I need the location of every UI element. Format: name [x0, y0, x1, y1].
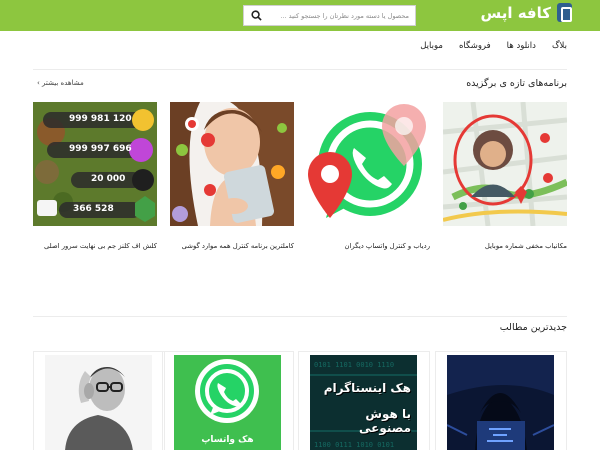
elixir-amount: 999 997 696	[69, 144, 132, 154]
featured-card-phone-locator[interactable]: مکانیاب مخفی شماره موبایل	[443, 102, 567, 250]
latest-card-eavesdrop[interactable]	[33, 351, 165, 450]
hacker-thumbnail	[447, 355, 554, 450]
featured-card-phone-control[interactable]: کاملترین برنامه کنترل همه موارد گوشی	[170, 102, 294, 250]
whatsapp-tracker-thumbnail	[306, 102, 430, 226]
whatsapp-hack-label: هک واتساپ	[201, 435, 254, 445]
nav-item-mobile[interactable]: موبایل	[420, 41, 443, 51]
clash-of-clans-thumbnail: 999 981 120 999 997 696 20 000 366 528	[33, 102, 157, 226]
svg-text:1100 0111 1010 0101: 1100 0111 1010 0101	[314, 441, 394, 449]
whatsapp-hack-thumbnail: هک واتساپ	[174, 355, 281, 450]
search-icon	[250, 10, 262, 21]
section-divider	[33, 316, 567, 317]
dark-elixir-amount: 20 000	[91, 174, 126, 184]
phone-locator-thumbnail	[443, 102, 567, 226]
logo-text: کافه اپس	[480, 3, 551, 22]
eavesdrop-thumbnail	[45, 355, 152, 450]
nav-item-blog[interactable]: بلاگ	[552, 41, 567, 51]
phone-control-thumbnail	[170, 102, 294, 226]
nav-item-downloads[interactable]: دانلود ها	[507, 41, 536, 51]
search-input[interactable]	[268, 6, 415, 25]
featured-list: مکانیاب مخفی شماره موبایل ردیاب و کنترل …	[33, 102, 567, 262]
site-header: کافه اپس	[0, 0, 600, 31]
latest-list: 0101 1101 0010 1110 1100 0111 1010 0101 …	[33, 351, 567, 450]
nav-divider	[33, 69, 567, 70]
latest-card-instagram-hack[interactable]: 0101 1101 0010 1110 1100 0111 1010 0101 …	[298, 351, 430, 450]
featured-caption: کاملترین برنامه کنترل همه موارد گوشی	[181, 242, 294, 250]
featured-title: برنامه‌های تازه ی برگزیده	[466, 78, 567, 89]
featured-card-clash-of-clans[interactable]: 999 981 120 999 997 696 20 000 366 528 ک…	[33, 102, 157, 250]
featured-caption: کلش اف کلنز جم بی نهایت سرور اصلی	[43, 242, 157, 250]
latest-title: جدیدترین مطالب	[499, 322, 567, 333]
featured-caption: ردیاب و کنترل واتساپ دیگران	[344, 242, 430, 250]
main-nav: موبایل فروشگاه دانلود ها بلاگ	[420, 41, 567, 51]
featured-card-whatsapp-tracker[interactable]: ردیاب و کنترل واتساپ دیگران	[306, 102, 430, 250]
instagram-hack-thumbnail: 0101 1101 0010 1110 1100 0111 1010 0101 …	[310, 355, 417, 450]
see-more-link[interactable]: مشاهده بیشتر ›	[37, 79, 84, 87]
search-box	[243, 5, 416, 26]
search-button[interactable]	[244, 6, 268, 25]
nav-item-shop[interactable]: فروشگاه	[459, 41, 491, 51]
gems-amount: 366 528	[73, 204, 114, 214]
logo-mark-icon	[557, 3, 572, 22]
latest-card-hacker[interactable]	[435, 351, 567, 450]
svg-text:0101 1101 0010 1110: 0101 1101 0010 1110	[314, 361, 394, 369]
featured-caption: مکانیاب مخفی شماره موبایل	[484, 242, 567, 250]
site-logo[interactable]: کافه اپس	[481, 3, 572, 22]
latest-card-whatsapp-hack[interactable]: هک واتساپ	[162, 351, 294, 450]
instagram-hack-label-1: هک اینستاگرام	[323, 381, 411, 395]
instagram-hack-label-2: با هوش مصنوعی	[358, 407, 411, 435]
gold-amount: 999 981 120	[69, 114, 132, 124]
